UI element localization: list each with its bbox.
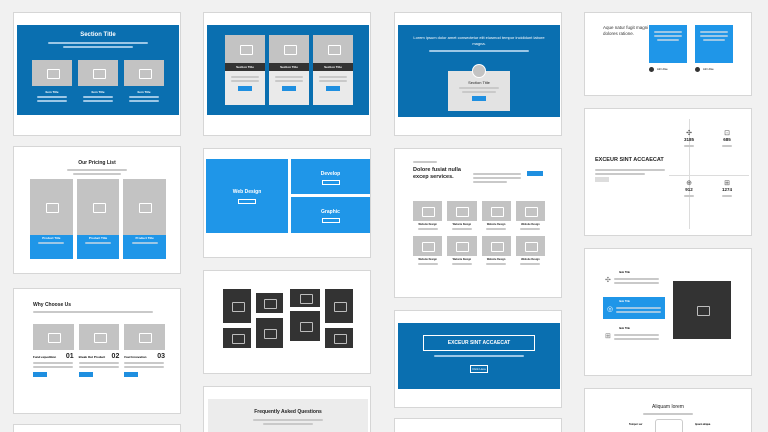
thumb-section-title[interactable]: Section Title Item Title Item Title Item…	[13, 12, 181, 136]
feature-highlight: Item Title ◎	[603, 297, 665, 319]
stats-title: EXCEUR SINT ACCAECAT	[595, 157, 664, 163]
three-cards-banner: Section Title Section Title Section Titl…	[207, 25, 369, 115]
card-button[interactable]	[238, 86, 252, 91]
image-placeholder	[481, 201, 511, 221]
thumb-gallery-grid[interactable]	[203, 270, 371, 374]
briefcase-icon: ⊡	[724, 130, 730, 137]
thumb-why-choose-us[interactable]: Why Choose Us Fund expedition 01 Break O…	[13, 288, 181, 414]
avatar	[472, 64, 486, 78]
thumb-features[interactable]: Item Title ✣ Item Title ◎ Item Title ⊞	[584, 248, 752, 376]
image-placeholder	[256, 318, 283, 348]
testimonial-bubble	[695, 25, 733, 63]
service-web-design: Web Design	[206, 159, 288, 233]
image-placeholder	[124, 60, 164, 86]
thumb-services[interactable]: Web Design Develop Graphic	[203, 148, 371, 258]
thumb-hero-section[interactable]: Lorem ipsum dolor amet consectetur elit …	[394, 12, 562, 136]
cta-title-box: EXCEUR SINT ACCAECAT	[423, 335, 535, 351]
card-button[interactable]	[282, 86, 296, 91]
cta-button[interactable]: Click Here	[470, 365, 488, 373]
image-placeholder	[413, 201, 443, 221]
testimonial-quote: Aque natur fugit magni dolores ratione.	[603, 25, 649, 37]
service-button[interactable]	[321, 180, 340, 185]
target-icon: ◎	[607, 306, 614, 313]
image-placeholder	[256, 293, 283, 313]
globe-icon: ⊕	[686, 180, 692, 187]
testimonial-bubble	[649, 25, 687, 63]
hero-box: Section Title	[448, 64, 510, 111]
image-placeholder	[313, 35, 353, 63]
image-placeholder	[123, 179, 167, 235]
image-placeholder	[33, 324, 74, 350]
pricing-title: Our Pricing List	[78, 160, 116, 166]
template-gallery: Section Title Item Title Item Title Item…	[0, 0, 768, 432]
image-placeholder	[76, 179, 120, 235]
section-title-banner: Section Title Item Title Item Title Item…	[17, 25, 179, 115]
feature-button[interactable]	[124, 372, 139, 377]
feature-button[interactable]	[78, 372, 93, 377]
image-placeholder	[290, 289, 320, 307]
thumb-three-cards[interactable]: Section Title Section Title Section Titl…	[203, 12, 371, 136]
thumb-faq[interactable]: Frequently Asked Questions	[203, 386, 371, 432]
image-placeholder	[30, 179, 73, 235]
image-placeholder	[515, 236, 545, 256]
image-placeholder	[78, 60, 118, 86]
image-placeholder	[325, 328, 353, 348]
id-card-icon: ⊞	[724, 180, 730, 187]
portfolio-heading: Dolore fusiat nulla excep services.	[413, 167, 461, 181]
image-placeholder	[325, 289, 353, 323]
id-card-icon: ⊞	[605, 333, 611, 340]
feature-button[interactable]	[33, 372, 47, 377]
image-placeholder	[447, 201, 477, 221]
service-graphic: Graphic	[291, 197, 370, 233]
image-placeholder	[515, 201, 545, 221]
section-title-heading: Section Title	[80, 32, 116, 38]
image-placeholder	[269, 35, 309, 63]
portfolio-button[interactable]	[527, 171, 543, 176]
thumb-stats[interactable]: EXCEUR SINT ACCAECAT ✣ 3185 ⊡ 685 ⊕ 912 …	[584, 108, 752, 236]
service-develop: Develop	[291, 159, 370, 194]
thumb-about[interactable]: Aliquam lorem Tempor ser Ipsum aliqua	[584, 388, 752, 432]
thumb-partial[interactable]	[13, 424, 181, 432]
avatar	[695, 67, 700, 72]
image-placeholder	[78, 324, 120, 350]
thumb-cta[interactable]: EXCEUR SINT ACCAECAT Click Here	[394, 310, 562, 408]
service-button[interactable]	[238, 199, 256, 204]
thumb-pricing-list[interactable]: Our Pricing List $45 Product Title $45 P…	[13, 146, 181, 274]
thumb-partial-3[interactable]	[394, 418, 562, 432]
image-placeholder	[447, 236, 477, 256]
thumb-testimonial[interactable]: Aque natur fugit magni dolores ratione. …	[584, 12, 752, 96]
cta-banner: EXCEUR SINT ACCAECAT Click Here	[398, 323, 560, 389]
image-placeholder	[124, 324, 166, 350]
faq-title: Frequently Asked Questions	[254, 409, 322, 415]
image-placeholder	[223, 328, 251, 348]
image-placeholder	[225, 35, 265, 63]
gear-icon: ✣	[686, 130, 692, 137]
image-placeholder	[32, 60, 72, 86]
avatar	[649, 67, 654, 72]
image-placeholder	[223, 289, 251, 323]
card-button[interactable]	[326, 86, 340, 91]
hero-banner: Lorem ipsum dolor amet consectetur elit …	[398, 25, 560, 117]
stats-button[interactable]	[595, 177, 609, 182]
why-choose-title: Why Choose Us	[33, 302, 72, 308]
image-placeholder	[290, 311, 320, 341]
thumb-portfolio[interactable]: Dolore fusiat nulla excep services. Webs…	[394, 148, 562, 298]
image-placeholder	[481, 236, 511, 256]
image-placeholder	[413, 236, 443, 256]
about-title: Aliquam lorem	[652, 404, 684, 410]
image-placeholder	[673, 281, 731, 339]
gear-icon: ✣	[605, 277, 611, 284]
service-button[interactable]	[321, 218, 340, 223]
hero-button[interactable]	[472, 96, 486, 101]
